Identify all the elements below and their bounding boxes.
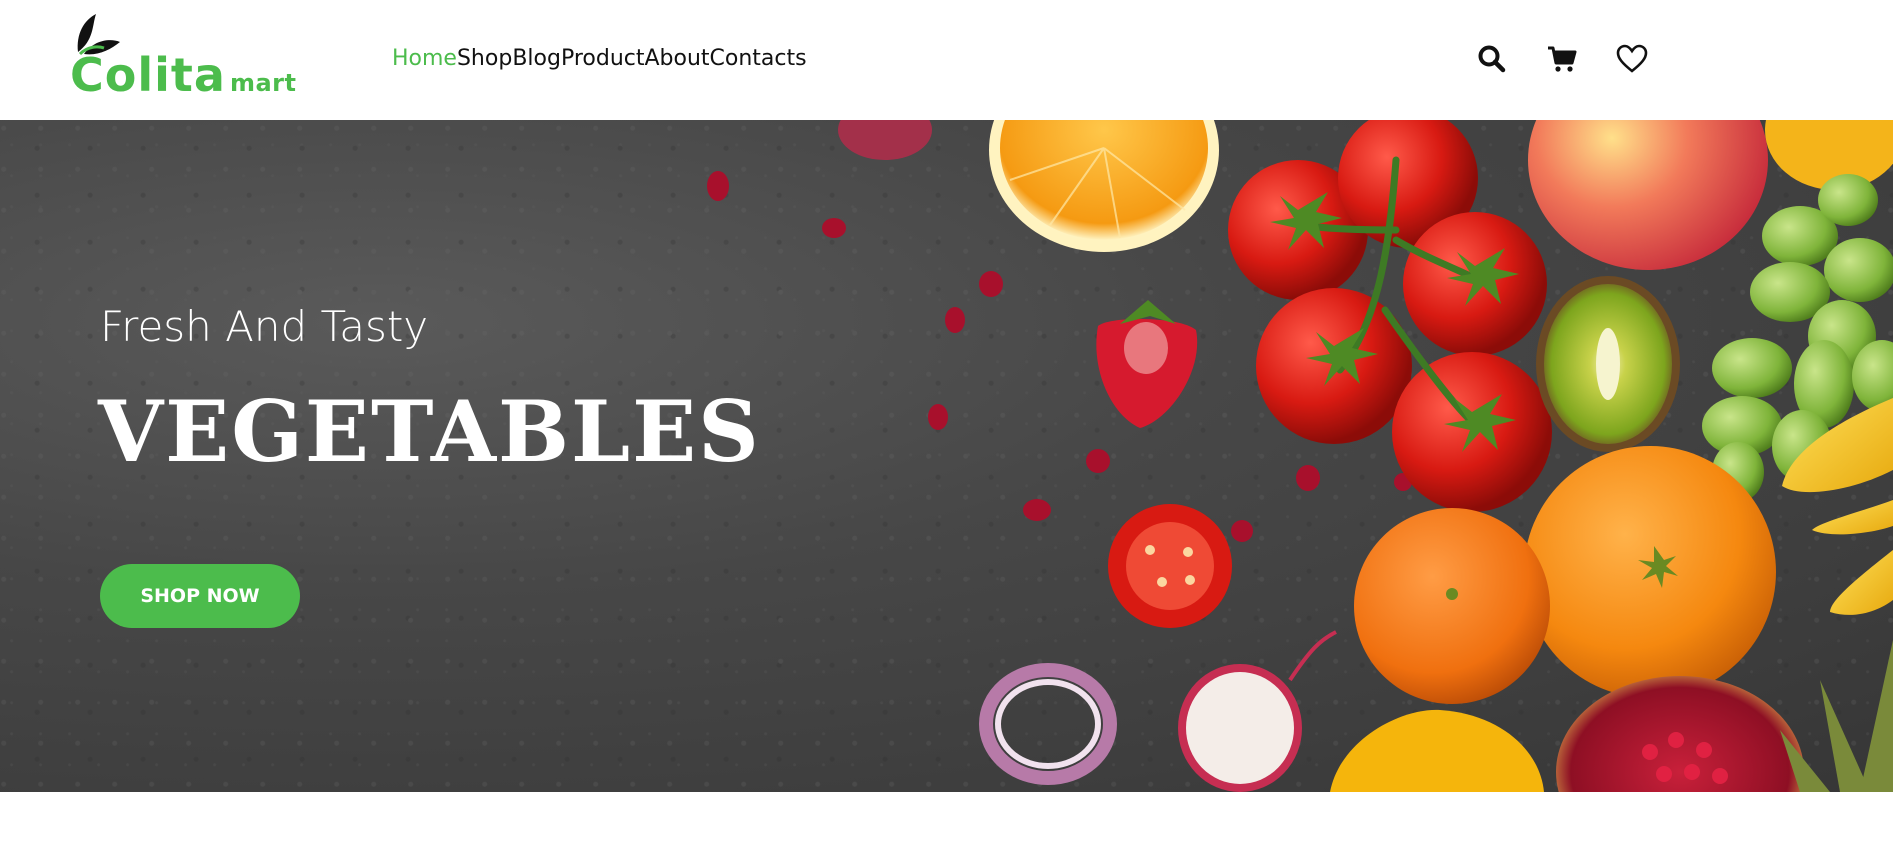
nav-item-about[interactable]: About (644, 46, 709, 71)
cart-icon (1548, 46, 1577, 72)
logo-wordmark: Colita mart (70, 52, 296, 102)
nav-item-blog[interactable]: Blog (512, 46, 561, 71)
logo-main-text: Colita (70, 48, 226, 102)
wishlist-button[interactable] (1614, 42, 1650, 76)
hero-banner: Fresh And Tasty VEGETABLES SHOP NOW (0, 120, 1893, 792)
brand-logo[interactable]: Colita mart (70, 10, 320, 100)
heart-icon (1616, 44, 1648, 73)
search-icon (1478, 45, 1506, 73)
main-nav: Home Shop Blog Product About Contacts (392, 42, 807, 74)
hero-title: VEGETABLES (98, 382, 761, 481)
nav-item-product[interactable]: Product (561, 46, 645, 71)
logo-sub-text: mart (229, 69, 297, 97)
nav-item-contacts[interactable]: Contacts (710, 46, 807, 71)
header-actions (1474, 42, 1650, 76)
nav-item-home[interactable]: Home (392, 46, 457, 71)
shop-now-button[interactable]: SHOP NOW (100, 564, 300, 628)
site-header: Colita mart Home Shop Blog Product About … (0, 0, 1893, 120)
hero-subtitle: Fresh And Tasty (100, 302, 429, 351)
nav-item-shop[interactable]: Shop (457, 46, 512, 71)
cart-button[interactable] (1544, 42, 1580, 76)
search-button[interactable] (1474, 42, 1510, 76)
